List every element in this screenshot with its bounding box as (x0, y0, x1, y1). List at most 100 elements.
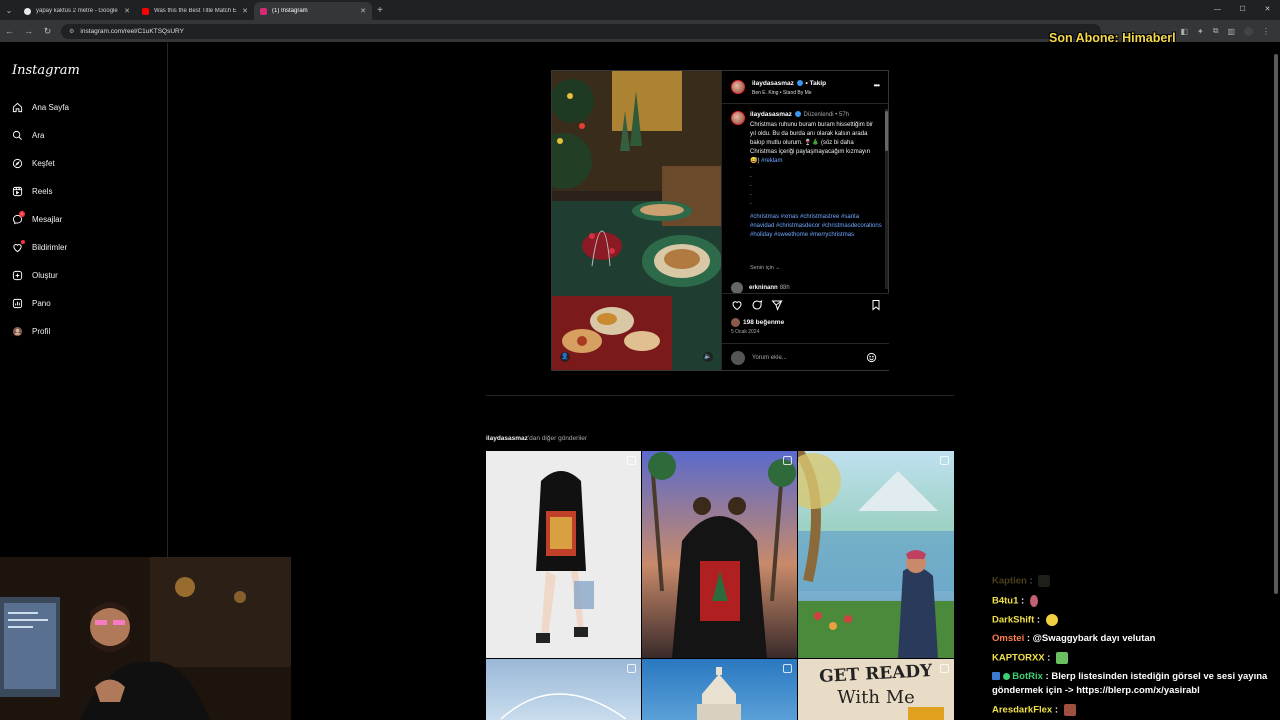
author-username[interactable]: ilaydasasmaz (752, 80, 794, 87)
bot-badge-icon (992, 672, 1000, 681)
more-posts-username[interactable]: ilaydasasmaz (486, 435, 528, 442)
create-icon (12, 270, 23, 281)
reel-indicator-icon (940, 664, 949, 673)
close-window-icon[interactable]: ✕ (1255, 0, 1280, 20)
extensions-area: ◧ ✦ ⧉ ▥ ⋮ (1180, 20, 1280, 42)
tab-title: Was this the Best Title Match E (154, 8, 237, 14)
sidebar-item-dashboard[interactable]: Pano (12, 298, 51, 309)
caption-hashtags[interactable]: #christmas #xmas #christmastree #santa #… (750, 213, 882, 240)
reel-video[interactable]: 👤 🔈 (552, 71, 721, 370)
instagram-favicon-icon (260, 7, 267, 15)
sidebar-item-search[interactable]: Ara (12, 130, 44, 141)
emoji-icon[interactable] (866, 352, 877, 363)
new-tab-button[interactable]: + (372, 5, 388, 16)
compass-icon (12, 158, 23, 169)
grid-tile-painting-lake[interactable] (798, 451, 954, 658)
extension-icon[interactable]: ◧ (1180, 27, 1188, 36)
more-posts-grid: GET READY With Me (486, 451, 954, 720)
share-icon[interactable] (771, 299, 783, 311)
sidebar-item-reels[interactable]: Reels (12, 186, 52, 197)
grid-tile-building[interactable] (642, 659, 797, 720)
chat-username: Kaptien (992, 575, 1027, 587)
reload-icon[interactable]: ↻ (38, 26, 57, 37)
sidebar-item-profile[interactable]: Profil (12, 326, 50, 337)
chat-message: DarkShift : (992, 614, 1058, 626)
grid-tile-wraith[interactable] (486, 659, 641, 720)
more-options-icon[interactable]: ••• (874, 81, 880, 90)
chat-text: Blerp listesinden istediğin görsel ve se… (1051, 671, 1268, 682)
chat-message: AresdarkFlex : (992, 704, 1076, 716)
chat-text: göndermek için -> https://blerp.com/x/ya… (992, 685, 1200, 696)
close-tab-icon[interactable]: ✕ (242, 7, 248, 15)
sidebar-item-explore[interactable]: Keşfet (12, 158, 55, 169)
grid-tile-get-ready[interactable]: GET READY With Me (798, 659, 954, 720)
chat-emote-icon (1038, 575, 1051, 587)
extension-icon[interactable]: ✦ (1197, 27, 1204, 36)
browser-profile-avatar[interactable] (1244, 26, 1253, 36)
page-scrollbar-thumb[interactable] (1274, 54, 1278, 594)
follow-button[interactable]: Takip (810, 80, 827, 87)
caption-author-avatar[interactable] (731, 111, 745, 125)
reel-post: 👤 🔈 ilaydasasmaz • Takip Ben E. King • S… (551, 70, 889, 371)
youtube-favicon-icon (142, 7, 149, 15)
tab-google[interactable]: yapay kaktüs 2 metre - Google ✕ (18, 2, 136, 20)
maximize-icon[interactable]: ☐ (1230, 0, 1255, 20)
comment-input[interactable]: Yorum ekle... (752, 355, 787, 361)
stream-last-subscriber: Son Abone: Himaberl (1049, 31, 1176, 45)
volume-icon[interactable]: 🔈 (703, 352, 713, 362)
grid-tile-hoodie-palms[interactable] (642, 451, 797, 658)
svg-text:GET READY: GET READY (819, 661, 934, 687)
chat-message: B4tu1 : (992, 595, 1038, 607)
comments-scrollbar[interactable] (885, 109, 888, 289)
for-you-toggle[interactable]: Senin için ⌄ (750, 265, 780, 271)
search-icon (12, 130, 22, 140)
comment-time: 88h (779, 285, 790, 291)
address-bar[interactable]: ⚙ instagram.com/reel/C1uKTSQsURY (61, 23, 1101, 39)
edited-label: Düzenlendi • 57h (803, 112, 850, 118)
instagram-logo[interactable]: Instagram (12, 63, 80, 78)
puzzle-icon[interactable]: ⧉ (1213, 26, 1219, 36)
sidebar-item-label: Bildirimler (32, 243, 68, 252)
sidepanel-icon[interactable]: ▥ (1227, 27, 1235, 36)
sidebar-item-create[interactable]: Oluştur (12, 270, 58, 281)
webcam-image (0, 557, 291, 720)
sidebar-item-label: Mesajlar (32, 215, 63, 224)
site-info-icon[interactable]: ⚙ (69, 28, 74, 35)
tab-youtube[interactable]: Was this the Best Title Match E ✕ (136, 2, 254, 20)
window-controls: — ☐ ✕ (1205, 0, 1280, 20)
browser-menu-icon[interactable]: ⋮ (1262, 27, 1270, 36)
likes-count[interactable]: 198 beğenme (731, 318, 784, 327)
bookmark-icon[interactable] (870, 299, 882, 311)
tab-instagram[interactable]: (1) Instagram ✕ (254, 2, 372, 20)
audio-track[interactable]: Ben E. King • Stand By Me (752, 90, 812, 96)
chat-message: KAPTORXX : (992, 652, 1069, 664)
reel-indicator-icon (783, 664, 792, 673)
back-icon[interactable]: ← (0, 26, 19, 36)
user-tag-icon[interactable]: 👤 (560, 352, 570, 362)
add-comment-bar: Yorum ekle... (722, 343, 889, 371)
grid-tile-hoodie-white[interactable] (486, 451, 641, 658)
ad-hashtag-link[interactable]: #reklam (761, 158, 782, 164)
forward-icon[interactable]: → (19, 26, 38, 36)
chat-emote-icon (1056, 652, 1069, 664)
sidebar-item-messages[interactable]: 1 Mesajlar (12, 211, 63, 225)
tile-image (536, 471, 594, 643)
likes-text: 198 beğenme (743, 319, 785, 326)
close-tab-icon[interactable]: ✕ (124, 7, 130, 15)
chat-message-continuation: göndermek için -> https://blerp.com/x/ya… (992, 685, 1200, 696)
comment-icon[interactable] (751, 299, 763, 311)
close-tab-icon[interactable]: ✕ (360, 7, 366, 15)
commenter-username[interactable]: erkninann (749, 285, 778, 291)
chat-message: BotRix : Blerp listesinden istediğin gör… (992, 671, 1267, 682)
scrollbar-thumb[interactable] (885, 111, 888, 151)
sidebar-item-notifications[interactable]: Bildirimler (12, 240, 68, 253)
chat-message: Omstei : @Swaggybark dayı velutan (992, 633, 1156, 644)
author-avatar[interactable] (731, 80, 745, 94)
tab-search-button[interactable]: ⌄ (0, 0, 18, 20)
like-heart-icon[interactable] (731, 299, 743, 311)
sidebar-item-home[interactable]: Ana Sayfa (12, 102, 69, 113)
verified-badge-icon (794, 111, 801, 118)
post-author: ilaydasasmaz • Takip (752, 80, 826, 87)
caption-username[interactable]: ilaydasasmaz (750, 111, 792, 118)
minimize-icon[interactable]: — (1205, 0, 1230, 20)
